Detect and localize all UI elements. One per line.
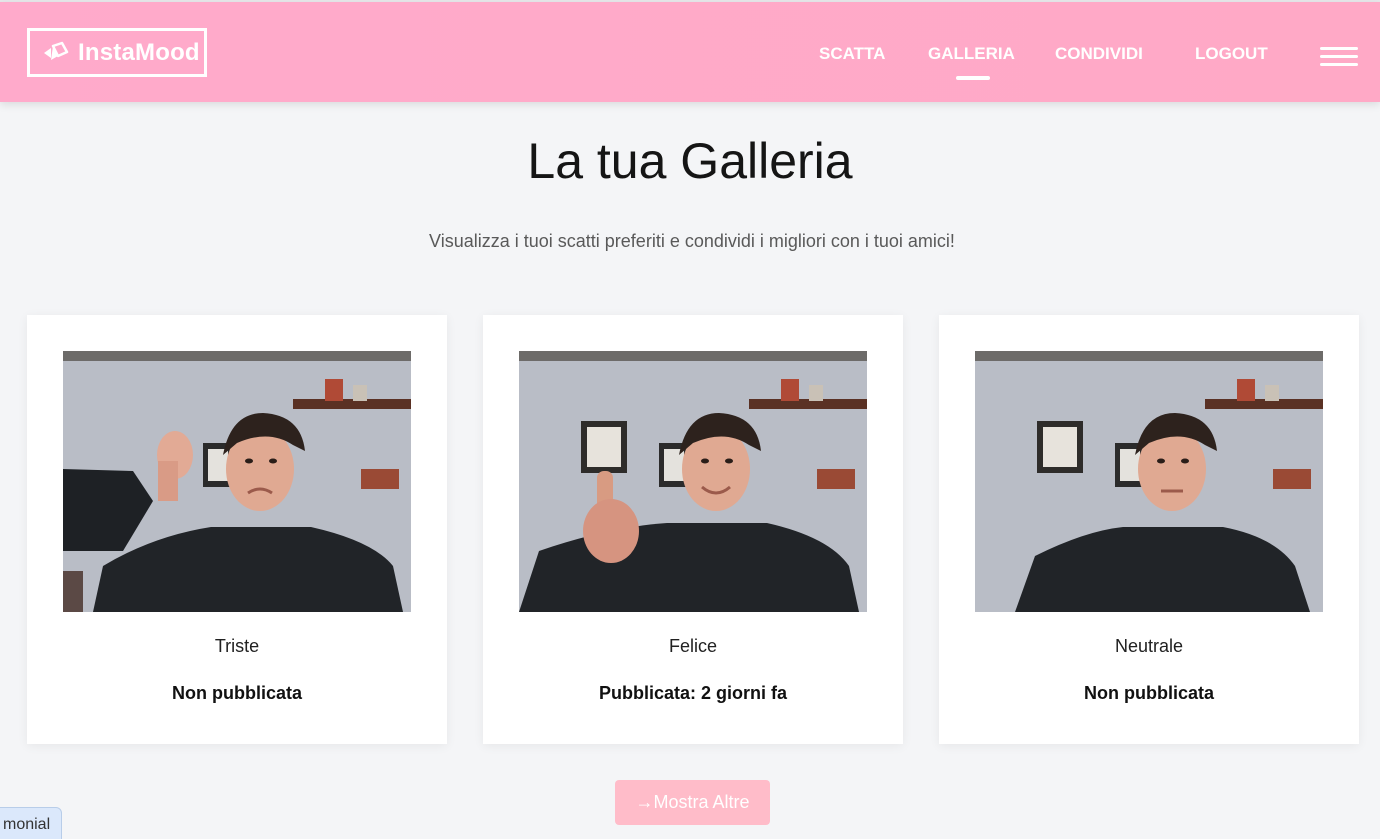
mood-label: Neutrale	[1114, 636, 1184, 656]
page-subtitle: Visualizza i tuoi scatti preferiti e con…	[429, 231, 955, 251]
publish-status: Non pubblicata	[172, 683, 302, 703]
gallery-photo[interactable]	[63, 351, 411, 612]
nav-condividi[interactable]: CONDIVIDI	[1055, 44, 1143, 64]
gallery-card: Triste Non pubblicata	[27, 315, 447, 744]
gallery-photo[interactable]	[975, 351, 1323, 612]
photo-image	[63, 351, 411, 612]
photo-image	[975, 351, 1323, 612]
logo-icon	[44, 41, 69, 60]
photo-image	[519, 351, 867, 612]
nav-logout[interactable]: LOGOUT	[1195, 44, 1268, 64]
brand-name: InstaMood	[78, 38, 200, 66]
brand-logo[interactable]: InstaMood	[27, 28, 207, 77]
side-tab[interactable]: monial	[0, 807, 62, 839]
gallery-photo[interactable]	[519, 351, 867, 612]
navbar: InstaMood SCATTA GALLERIA CONDIVIDI LOGO…	[0, 2, 1380, 102]
gallery-card: Felice Pubblicata: 2 giorni fa	[483, 315, 903, 744]
show-more-button[interactable]: →Mostra Altre	[615, 780, 770, 825]
hamburger-menu-icon[interactable]	[1320, 45, 1358, 69]
mood-label: Felice	[668, 636, 717, 656]
mood-label: Triste	[214, 636, 260, 656]
nav-galleria[interactable]: GALLERIA	[928, 44, 1015, 64]
publish-status: Pubblicata: 2 giorni fa	[598, 683, 788, 703]
nav-scatta[interactable]: SCATTA	[819, 44, 885, 64]
gallery-card: Neutrale Non pubblicata	[939, 315, 1359, 744]
publish-status: Non pubblicata	[1084, 683, 1214, 703]
nav-active-indicator	[956, 76, 990, 80]
page-title: La tua Galleria	[527, 133, 853, 189]
